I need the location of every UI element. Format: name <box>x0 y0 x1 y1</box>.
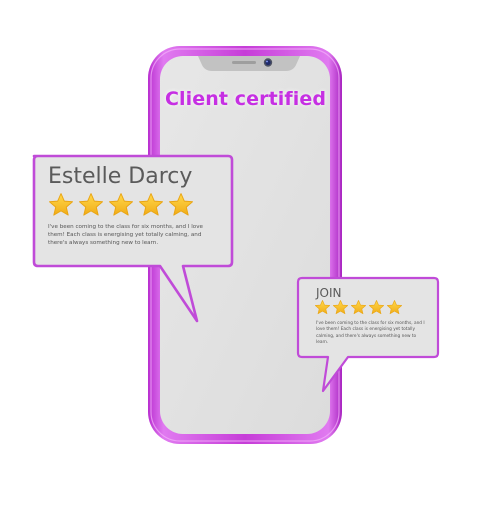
review-text: I've been coming to the class for six mo… <box>48 224 203 247</box>
page-title: Client certified <box>165 88 327 110</box>
reviewer-name: Estelle Darcy <box>48 164 193 189</box>
reviewer-name: JOIN <box>316 286 342 300</box>
testimonial-scene: Client certified Estelle Darcy I've been… <box>0 0 500 500</box>
illustration <box>32 46 440 444</box>
review-text: I've been coming to the class for six mo… <box>316 321 425 346</box>
speaker-grille <box>232 61 256 64</box>
front-camera-icon <box>263 58 273 67</box>
